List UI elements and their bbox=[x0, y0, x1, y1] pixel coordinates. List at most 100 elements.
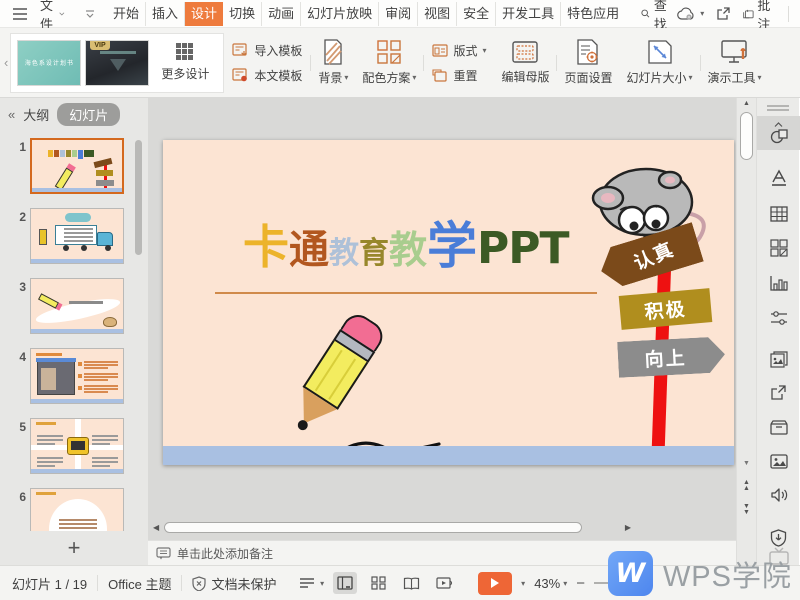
tab-review[interactable]: 审阅 bbox=[379, 2, 418, 26]
slide-number: 4 bbox=[14, 348, 26, 364]
slide-thumbnail-4[interactable]: 4 bbox=[14, 348, 148, 404]
slide-thumbnail-5[interactable]: 5 bbox=[14, 418, 148, 474]
layout-icon bbox=[432, 44, 448, 57]
add-slide-button[interactable]: + bbox=[68, 538, 81, 558]
scroll-left-icon[interactable]: ◀ bbox=[150, 523, 162, 532]
wps-academy-label: WPS学院 bbox=[663, 553, 792, 595]
tab-outline[interactable]: 大纲 bbox=[23, 105, 49, 124]
tab-devtools[interactable]: 开发工具 bbox=[496, 2, 561, 26]
tab-insert[interactable]: 插入 bbox=[146, 2, 185, 26]
object-properties-button[interactable] bbox=[757, 116, 800, 150]
sign-label: 认真 bbox=[630, 234, 679, 275]
more-designs-button[interactable]: 更多设计 bbox=[153, 43, 217, 82]
background-button[interactable]: 背景▾ bbox=[311, 39, 355, 86]
wordart-button[interactable] bbox=[757, 162, 800, 194]
slide-title[interactable]: 卡 通 教 育 教 学 PPT bbox=[243, 206, 623, 278]
reading-view-button[interactable] bbox=[399, 572, 423, 594]
slideshow-view-button[interactable] bbox=[432, 572, 456, 594]
horizontal-scrollbar[interactable]: ◀ ▶ bbox=[150, 520, 734, 535]
slide-number: 6 bbox=[14, 488, 26, 504]
normal-view-button[interactable] bbox=[333, 572, 357, 594]
scroll-right-icon[interactable]: ▶ bbox=[622, 523, 634, 532]
next-slide-button[interactable]: ▼▼ bbox=[737, 504, 756, 516]
theme-name[interactable]: Office 主题 bbox=[108, 574, 171, 593]
previous-slide-button[interactable]: ▲▲ bbox=[737, 480, 756, 492]
chart-button[interactable] bbox=[757, 267, 800, 299]
table-button[interactable] bbox=[757, 198, 800, 230]
adjust-settings-button[interactable] bbox=[757, 302, 800, 334]
tab-slides[interactable]: 幻灯片 bbox=[57, 103, 120, 126]
doc-template-icon bbox=[232, 68, 249, 82]
title-char: 教 bbox=[329, 228, 359, 272]
doc-template-button[interactable]: 本文模板 bbox=[232, 67, 302, 84]
slide-thumbnail-1[interactable]: 1 bbox=[14, 138, 148, 194]
tab-slideshow[interactable]: 幻灯片放映 bbox=[301, 2, 379, 26]
layout-label: 版式 bbox=[453, 42, 477, 59]
tab-special-apps[interactable]: 特色应用 bbox=[561, 2, 625, 26]
share-button[interactable] bbox=[716, 7, 731, 21]
quick-access-collapse-icon[interactable] bbox=[79, 10, 101, 18]
slide-size-button[interactable]: 幻灯片大小▾ bbox=[620, 39, 700, 86]
more-designs-label: 更多设计 bbox=[161, 65, 209, 82]
slide-thumbnail-6[interactable]: 6 bbox=[14, 488, 148, 531]
slide-size-label: 幻灯片大小 bbox=[627, 69, 687, 86]
slide-number: 1 bbox=[14, 138, 26, 154]
layout-gallery-button[interactable] bbox=[757, 232, 800, 264]
reset-label: 重置 bbox=[453, 67, 477, 84]
material-box-button[interactable] bbox=[757, 411, 800, 443]
notes-icon bbox=[156, 547, 171, 560]
slide-thumbnail-3[interactable]: 3 bbox=[14, 278, 148, 334]
grid-icon bbox=[176, 43, 194, 61]
presentation-tools-button[interactable]: 演示工具▾ bbox=[701, 39, 769, 86]
cloud-sync-button[interactable]: ▾ bbox=[677, 7, 704, 21]
tab-security[interactable]: 安全 bbox=[457, 2, 496, 26]
template-thumbnail-2[interactable]: VIP bbox=[85, 40, 149, 86]
reset-icon bbox=[432, 69, 448, 82]
shape-icon bbox=[770, 128, 788, 144]
zoom-out-button[interactable]: − bbox=[576, 575, 585, 592]
slide-counter: 幻灯片 1 / 19 bbox=[12, 574, 87, 593]
sign-label: 积极 bbox=[643, 294, 687, 325]
horizontal-scrollbar-thumb[interactable] bbox=[164, 522, 582, 533]
sign-jiji: 积极 bbox=[619, 288, 713, 330]
play-options-caret[interactable]: ▾ bbox=[521, 579, 525, 588]
vip-badge: VIP bbox=[90, 41, 109, 50]
title-char: 育 bbox=[359, 228, 389, 272]
tab-design[interactable]: 设计 bbox=[185, 2, 223, 26]
vertical-scrollbar[interactable]: ▲ ▼ ▲▲ ▼▼ bbox=[736, 98, 756, 565]
wps-academy-watermark: W WPS学院 bbox=[608, 551, 792, 596]
picture-button[interactable] bbox=[757, 445, 800, 477]
slide-thumbnail-2[interactable]: 2 bbox=[14, 208, 148, 264]
zoom-level[interactable]: 43% ▾ bbox=[534, 576, 567, 591]
color-scheme-button[interactable]: 配色方案▾ bbox=[355, 39, 423, 86]
edit-master-button[interactable]: 编辑母版 bbox=[494, 40, 556, 85]
layout-button[interactable]: 版式 ▾ bbox=[432, 42, 486, 59]
reset-button[interactable]: 重置 bbox=[432, 67, 486, 84]
export-share-button[interactable] bbox=[757, 377, 800, 409]
hamburger-icon[interactable] bbox=[8, 8, 32, 20]
tab-transition[interactable]: 切换 bbox=[223, 2, 262, 26]
panel-collapse-button[interactable]: « bbox=[8, 107, 15, 122]
audio-button[interactable] bbox=[757, 479, 800, 511]
protection-status[interactable]: 文档未保护 bbox=[192, 574, 276, 593]
panel-scrollbar-thumb[interactable] bbox=[135, 140, 142, 255]
template-thumbnail-1[interactable]: 海色系设计划书 bbox=[17, 40, 81, 86]
vertical-scrollbar-thumb[interactable] bbox=[740, 112, 753, 160]
scroll-up-icon[interactable]: ▲ bbox=[737, 100, 756, 107]
tab-home[interactable]: 开始 bbox=[107, 2, 146, 26]
album-button[interactable] bbox=[757, 343, 800, 375]
import-template-button[interactable]: 导入模板 bbox=[232, 42, 302, 59]
rail-drag-handle[interactable] bbox=[767, 103, 789, 111]
tab-animation[interactable]: 动画 bbox=[262, 2, 301, 26]
notes-toggle-button[interactable]: ▾ bbox=[299, 577, 324, 589]
normal-view-icon bbox=[337, 576, 353, 590]
scroll-down-icon[interactable]: ▼ bbox=[737, 460, 756, 467]
tab-view[interactable]: 视图 bbox=[418, 2, 457, 26]
gallery-prev-button[interactable]: ‹ bbox=[2, 55, 10, 70]
color-scheme-icon bbox=[376, 39, 402, 65]
background-label: 背景 bbox=[318, 69, 342, 86]
slide-editor[interactable]: 卡 通 教 育 教 学 PPT bbox=[163, 140, 734, 465]
play-slideshow-button[interactable] bbox=[478, 572, 512, 595]
page-setup-button[interactable]: 页面设置 bbox=[557, 39, 619, 86]
slide-sorter-button[interactable] bbox=[366, 572, 390, 594]
